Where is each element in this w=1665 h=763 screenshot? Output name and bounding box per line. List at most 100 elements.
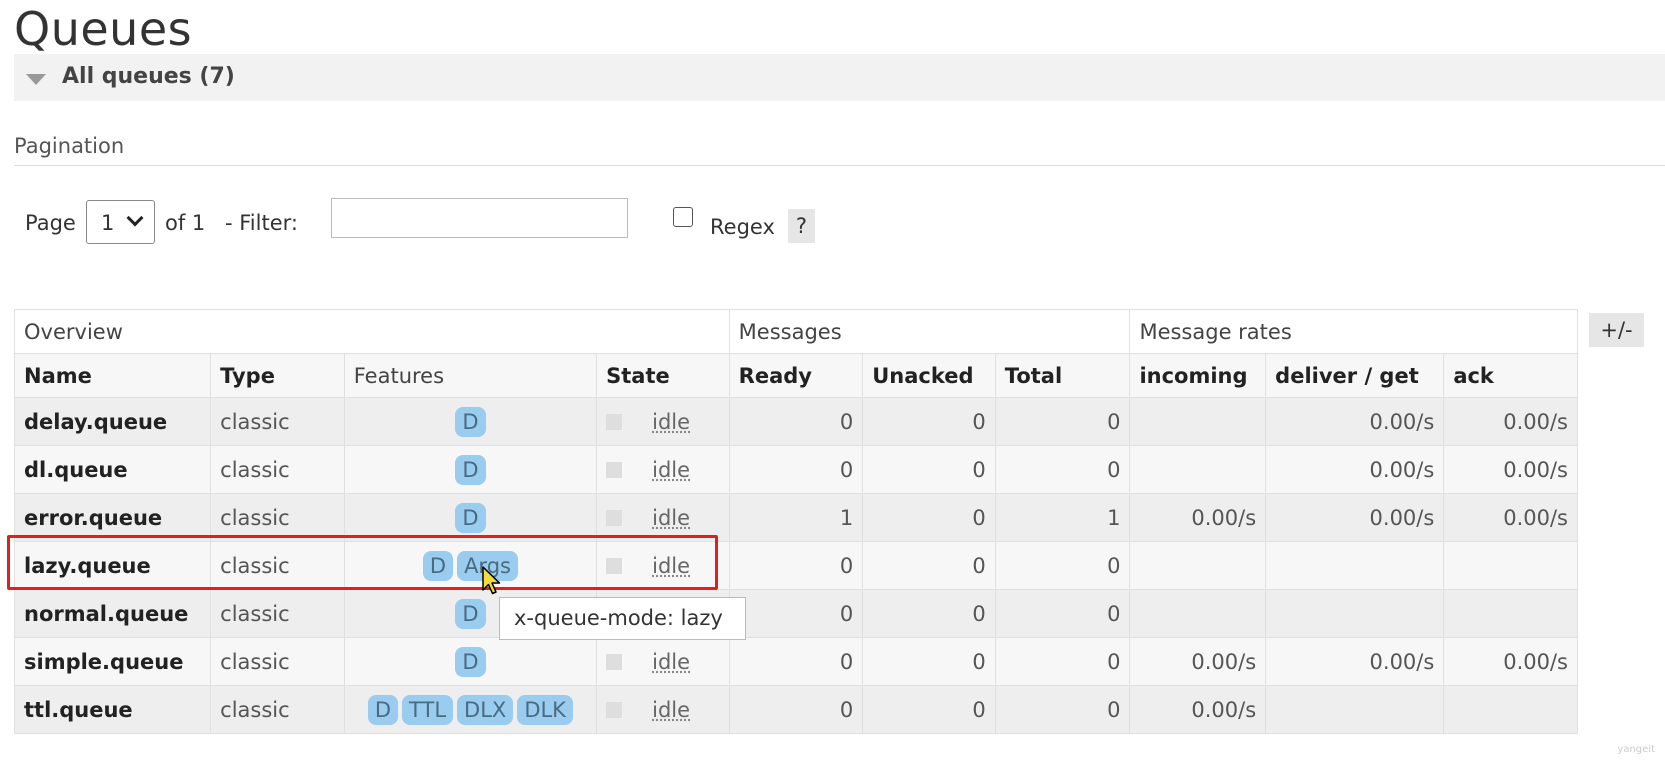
queue-state: idle xyxy=(596,637,730,686)
queue-name-link[interactable]: ttl.queue xyxy=(13,685,212,734)
state-indicator xyxy=(606,462,623,478)
state-indicator xyxy=(606,654,623,670)
chevron-down-icon xyxy=(126,209,144,227)
feature-badge[interactable]: D xyxy=(455,406,486,437)
table-row[interactable]: ttl.queue classic D TTL DLX DLK idle 0 0 0 0.00/s xyxy=(13,685,1578,734)
state-text: idle xyxy=(652,410,691,434)
messages-unacked: 0 xyxy=(862,541,996,590)
col-incoming[interactable]: incoming xyxy=(1129,353,1267,398)
rate-deliver-get xyxy=(1265,541,1445,590)
messages-total: 0 xyxy=(994,541,1131,590)
feature-badge[interactable]: D xyxy=(455,646,486,677)
queue-name-link[interactable]: dl.queue xyxy=(13,445,212,494)
rate-deliver-get: 0.00/s xyxy=(1265,397,1445,446)
pagination-heading: Pagination xyxy=(14,134,125,158)
messages-unacked: 0 xyxy=(862,589,996,638)
filter-label: - Filter: xyxy=(225,211,298,235)
col-state[interactable]: State xyxy=(596,353,730,398)
rate-ack xyxy=(1443,541,1578,590)
col-ready[interactable]: Ready xyxy=(728,353,864,398)
queue-features: D xyxy=(343,397,598,446)
rate-deliver-get: 0.00/s xyxy=(1265,445,1445,494)
rate-deliver-get: 0.00/s xyxy=(1265,493,1445,542)
col-type[interactable]: Type xyxy=(210,353,345,398)
rate-deliver-get xyxy=(1265,589,1445,638)
col-total[interactable]: Total xyxy=(994,353,1131,398)
state-indicator xyxy=(606,702,623,718)
all-queues-section-toggle[interactable]: All queues (7) xyxy=(14,54,1665,101)
col-features: Features xyxy=(343,353,598,398)
state-text: idle xyxy=(652,698,691,722)
messages-unacked: 0 xyxy=(862,397,996,446)
rate-deliver-get xyxy=(1265,685,1445,734)
messages-total: 0 xyxy=(994,445,1131,494)
queue-name-link[interactable]: simple.queue xyxy=(13,637,212,686)
queue-type: classic xyxy=(210,445,345,494)
messages-ready: 0 xyxy=(728,445,864,494)
page-of-label: of 1 xyxy=(165,211,206,235)
col-name[interactable]: Name xyxy=(13,353,212,398)
group-messages: Messages xyxy=(728,309,1131,354)
messages-ready: 0 xyxy=(728,397,864,446)
messages-ready: 0 xyxy=(728,589,864,638)
table-row[interactable]: simple.queue classic Didle 0 0 0 0.00/s 0.00/s 0… xyxy=(13,637,1578,686)
feature-badge[interactable]: TTL xyxy=(402,694,454,725)
queue-features: D TTL DLX DLK xyxy=(343,685,598,734)
group-message-rates: Message rates xyxy=(1129,309,1578,354)
queue-state: idle xyxy=(596,685,730,734)
page-select-value: 1 xyxy=(101,211,115,235)
messages-total: 0 xyxy=(994,397,1131,446)
triangle-down-icon xyxy=(26,74,46,85)
rate-ack: 0.00/s xyxy=(1443,493,1578,542)
queue-name-link[interactable]: delay.queue xyxy=(13,397,212,446)
messages-total: 0 xyxy=(994,685,1131,734)
regex-label: Regex xyxy=(710,215,775,239)
queue-features: D xyxy=(343,637,598,686)
queue-type: classic xyxy=(210,589,345,638)
messages-unacked: 0 xyxy=(862,685,996,734)
feature-badge[interactable]: D xyxy=(455,502,486,533)
table-row[interactable]: dl.queue classic Didle 0 0 0 0.00/s 0.00/s xyxy=(13,445,1578,494)
messages-total: 0 xyxy=(994,589,1131,638)
queue-type: classic xyxy=(210,685,345,734)
state-indicator xyxy=(606,414,623,430)
columns-toggle-button[interactable]: +/- xyxy=(1589,313,1644,347)
rate-incoming: 0.00/s xyxy=(1129,637,1267,686)
args-tooltip: x-queue-mode: lazy xyxy=(499,597,746,640)
page-label: Page xyxy=(25,211,76,235)
pagination-divider xyxy=(14,165,1665,166)
mouse-pointer-icon xyxy=(482,566,501,595)
rate-incoming: 0.00/s xyxy=(1129,685,1267,734)
table-row[interactable]: normal.queueclassicDidle000 xyxy=(13,589,1578,638)
queue-name-link[interactable]: normal.queue xyxy=(13,589,212,638)
regex-checkbox[interactable] xyxy=(673,207,693,227)
group-overview: Overview xyxy=(14,309,730,354)
queue-type: classic xyxy=(210,637,345,686)
feature-badge[interactable]: D xyxy=(455,454,486,485)
feature-badge[interactable]: DLK xyxy=(517,694,573,725)
rate-incoming xyxy=(1129,589,1267,638)
rate-incoming xyxy=(1129,397,1267,446)
feature-badge[interactable]: D xyxy=(367,694,399,725)
feature-badge[interactable]: DLX xyxy=(457,694,514,725)
rate-incoming: 0.00/s xyxy=(1129,493,1267,542)
help-button[interactable]: ? xyxy=(788,209,815,243)
rate-incoming xyxy=(1129,445,1267,494)
rate-ack: 0.00/s xyxy=(1443,445,1578,494)
messages-ready: 0 xyxy=(728,541,864,590)
page-select[interactable]: 1 xyxy=(86,200,155,244)
messages-ready: 0 xyxy=(728,685,864,734)
rate-ack: 0.00/s xyxy=(1443,397,1578,446)
filter-input[interactable] xyxy=(331,198,628,238)
page-title: Queues xyxy=(14,2,193,56)
messages-unacked: 0 xyxy=(862,637,996,686)
queues-table: Overview Messages Message rates Name Typ… xyxy=(13,309,1578,734)
col-deliver-get[interactable]: deliver / get xyxy=(1265,353,1445,398)
state-text: idle xyxy=(652,650,691,674)
watermark: yangeit xyxy=(1617,744,1655,755)
feature-badge[interactable]: D xyxy=(455,598,486,629)
col-unacked[interactable]: Unacked xyxy=(862,353,996,398)
table-row[interactable]: delay.queue classic Didle 0 0 0 0.00/s 0.00/s xyxy=(13,397,1578,446)
col-ack[interactable]: ack xyxy=(1443,353,1578,398)
queue-state: idle xyxy=(596,397,730,446)
